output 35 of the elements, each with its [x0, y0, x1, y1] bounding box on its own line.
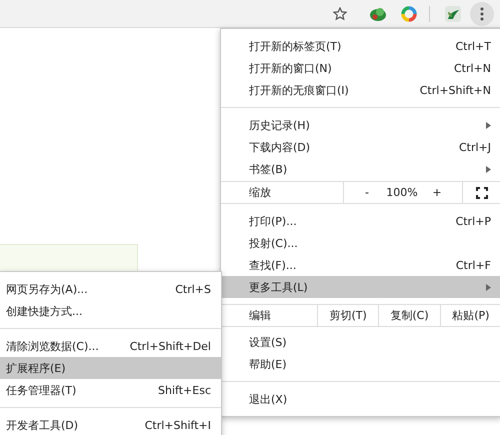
menu-item[interactable]: 开发者工具(D) Ctrl+Shift+I — [0, 414, 221, 435]
menu-item[interactable]: 清除浏览数据(C)... Ctrl+Shift+Del — [0, 335, 221, 357]
edit-label: 编辑 — [248, 308, 272, 324]
zoom-level: 100% — [385, 185, 419, 201]
edit-button[interactable]: 剪切(T) — [317, 305, 378, 326]
menu-icon[interactable] — [480, 6, 484, 20]
star-icon[interactable] — [333, 6, 347, 20]
menu-item[interactable]: 更多工具(L) — [221, 276, 500, 298]
menu-button[interactable] — [470, 2, 494, 26]
menu-item[interactable]: 投射(C)... — [221, 232, 500, 254]
menu-item[interactable]: 网页另存为(A)... Ctrl+S — [0, 278, 221, 300]
plant-icon[interactable] — [444, 4, 462, 22]
edit-button[interactable]: 复制(C) — [378, 305, 440, 326]
menu-item[interactable]: 创建快捷方式... — [0, 300, 221, 322]
menu-item[interactable]: 任务管理器(T) Shift+Esc — [0, 379, 221, 401]
zoom-out-button[interactable]: - — [354, 182, 380, 203]
menu-item[interactable]: 打开新的窗口(N) Ctrl+N — [221, 57, 500, 79]
menu-item[interactable]: 历史记录(H) — [221, 114, 500, 136]
menu-item[interactable]: 退出(X) — [221, 388, 500, 410]
menu-item[interactable]: 打印(P)... Ctrl+P — [221, 210, 500, 232]
page-field[interactable] — [0, 244, 138, 272]
fullscreen-icon[interactable] — [476, 186, 488, 198]
zoom-in-button[interactable]: + — [424, 182, 450, 203]
menu-item[interactable]: 设置(S) — [221, 331, 500, 353]
menu-item[interactable]: 查找(F)... Ctrl+F — [221, 254, 500, 276]
zoom-label: 缩放 — [248, 185, 272, 201]
menu-item[interactable]: 打开新的无痕窗口(I) Ctrl+Shift+N — [221, 79, 500, 101]
ring-icon[interactable] — [401, 6, 417, 22]
extension-icon[interactable] — [369, 6, 387, 22]
edit-button[interactable]: 粘贴(P) — [440, 305, 500, 326]
menu-item[interactable]: 帮助(E) — [221, 353, 500, 375]
menu-item[interactable]: 打开新的标签页(T) Ctrl+T — [221, 35, 500, 57]
menu-item[interactable]: 扩展程序(E) — [0, 357, 221, 379]
menu-item[interactable]: 书签(B) — [221, 158, 500, 180]
menu-item[interactable]: 下载内容(D) Ctrl+J — [221, 136, 500, 158]
